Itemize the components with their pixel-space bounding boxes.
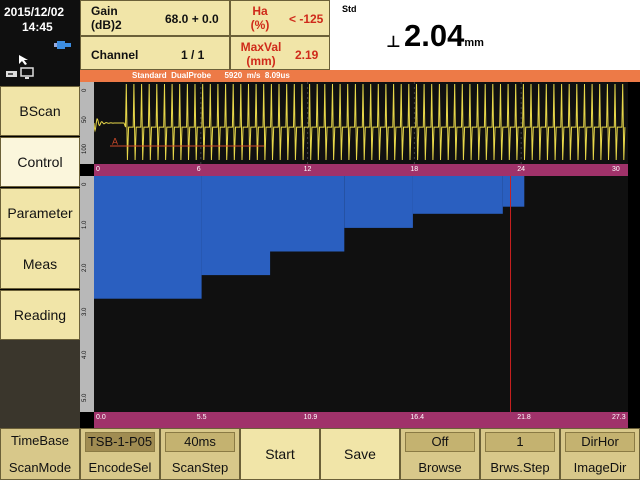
gain-cell[interactable]: Gain (dB)2 68.0 + 0.0: [80, 0, 230, 36]
ascan-x-tick: 24: [517, 166, 525, 173]
channel-label: Channel: [91, 48, 139, 62]
encodesel-button[interactable]: TSB-1-P05 EncodeSel: [80, 428, 160, 480]
imagedir-label: ImageDir: [573, 460, 627, 475]
bscan-step: [201, 176, 271, 276]
maxval-cell[interactable]: MaxVal (mm) 2.19: [230, 36, 330, 70]
save-button[interactable]: Save: [320, 428, 400, 480]
ascan-plot[interactable]: A: [94, 82, 628, 164]
bscan-x-tick: 5.5: [196, 414, 207, 421]
cursor-icon: [19, 55, 28, 65]
bscan-step: [412, 176, 503, 214]
date-text: 2015/12/02: [4, 5, 65, 19]
menu-item-bscan[interactable]: BScan: [0, 86, 80, 136]
menu-item-meas[interactable]: Meas: [0, 239, 80, 289]
ascan-right-edge: [628, 82, 640, 180]
ascan-y-tick: 0: [82, 88, 88, 92]
menu-item-reading[interactable]: Reading: [0, 290, 80, 340]
channel-cell[interactable]: Channel 1 / 1: [80, 36, 230, 70]
gate-a-label: A: [112, 136, 118, 146]
scanmode-value: TimeBase: [10, 433, 70, 448]
bscan-plot[interactable]: [94, 176, 628, 412]
scanstep-label: ScanStep: [171, 460, 229, 475]
scanstep-value: 40ms: [165, 432, 235, 452]
gain-value: 68.0 + 0.0: [165, 12, 219, 26]
menu-item-parameter[interactable]: Parameter: [0, 188, 80, 238]
bscan-x-tick: 21.8: [517, 414, 531, 421]
ascan-x-tick: 6: [196, 166, 201, 173]
scanmode-label: ScanMode: [8, 460, 72, 475]
bscan-y-axis: 0 1.0 2.0 3.0 4.0 5.0: [80, 176, 94, 412]
scanstep-button[interactable]: 40ms ScanStep: [160, 428, 240, 480]
bscan-y-tick: 2.0: [82, 264, 88, 273]
bscan-x-tick: 10.9: [303, 414, 318, 421]
imagedir-value: DirHor: [565, 432, 635, 452]
bscan-y-tick: 5.0: [82, 393, 88, 402]
thickness-readout: Std ⊥ 2.04mm: [330, 0, 640, 70]
readout-mode: Std: [342, 4, 357, 14]
ha-value: < -125: [289, 12, 324, 26]
probe-info-text: Standard DualProbe 5920 m/s 8.09us: [132, 71, 290, 80]
browse-label: Browse: [418, 460, 462, 475]
bscan-y-tick: 4.0: [82, 350, 88, 359]
status-panel: 2015/12/02 14:45: [0, 0, 80, 86]
bscan-x-axis: 0.0 5.5 10.9 16.4 21.8 27.3: [94, 412, 628, 428]
browse-button[interactable]: Off Browse: [400, 428, 480, 480]
connector-icon: [54, 41, 71, 49]
imagedir-button[interactable]: DirHor ImageDir: [560, 428, 640, 480]
storage-icon: [6, 71, 17, 77]
start-button[interactable]: Start: [240, 428, 320, 480]
ascan-x-tick: 18: [410, 166, 419, 173]
maxval-value: 2.19: [295, 48, 319, 62]
bscan-y-tick: 0: [82, 182, 88, 186]
maxval-label: MaxVal (mm): [240, 40, 282, 68]
thickness-symbol-icon: ⊥: [386, 34, 401, 51]
thickness-unit: mm: [464, 37, 484, 49]
bscan-step: [94, 176, 202, 299]
ascan-x-tick: 30: [612, 166, 620, 173]
bscan-x-tick: 0.0: [96, 414, 106, 421]
bscan-y-tick: 3.0: [82, 307, 88, 316]
probe-info-bar: Standard DualProbe 5920 m/s 8.09us: [80, 70, 640, 82]
bscan-step: [270, 176, 345, 252]
scanmode-button[interactable]: TimeBase ScanMode: [0, 428, 80, 480]
monitor-icon: [20, 67, 34, 79]
menu-filler: [0, 340, 80, 428]
gain-label: Gain (dB)2: [91, 4, 122, 32]
bscan-y-tick: 1.0: [82, 220, 88, 230]
menu-item-control[interactable]: Control: [0, 137, 80, 187]
time-text: 14:45: [22, 20, 53, 34]
brws-step-label: Brws.Step: [490, 460, 550, 475]
brws-step-button[interactable]: 1 Brws.Step: [480, 428, 560, 480]
thickness-value: 2.04mm: [404, 18, 484, 54]
bscan-step: [502, 176, 525, 207]
ascan-y-tick: 100: [82, 143, 88, 154]
channel-value: 1 / 1: [181, 48, 205, 62]
encodesel-label: EncodeSel: [88, 460, 152, 475]
ha-cell[interactable]: Ha (%) < -125: [230, 0, 330, 36]
ascan-x-tick: 0: [96, 166, 100, 173]
browse-value: Off: [405, 432, 475, 452]
ascan-y-axis: 0 50 100: [80, 82, 94, 164]
bscan-step: [344, 176, 413, 228]
brws-step-value: 1: [485, 432, 555, 452]
ascan-x-axis: 0 6 12 18 24 30: [94, 164, 628, 176]
ha-label: Ha (%): [250, 4, 270, 32]
ascan-y-tick: 50: [82, 116, 88, 123]
bscan-x-tick: 16.4: [410, 414, 425, 421]
encodesel-value: TSB-1-P05: [85, 432, 155, 452]
ascan-x-tick: 12: [303, 166, 312, 173]
bscan-x-tick: 27.3: [612, 414, 626, 421]
thickness-number: 2.04: [404, 18, 465, 53]
